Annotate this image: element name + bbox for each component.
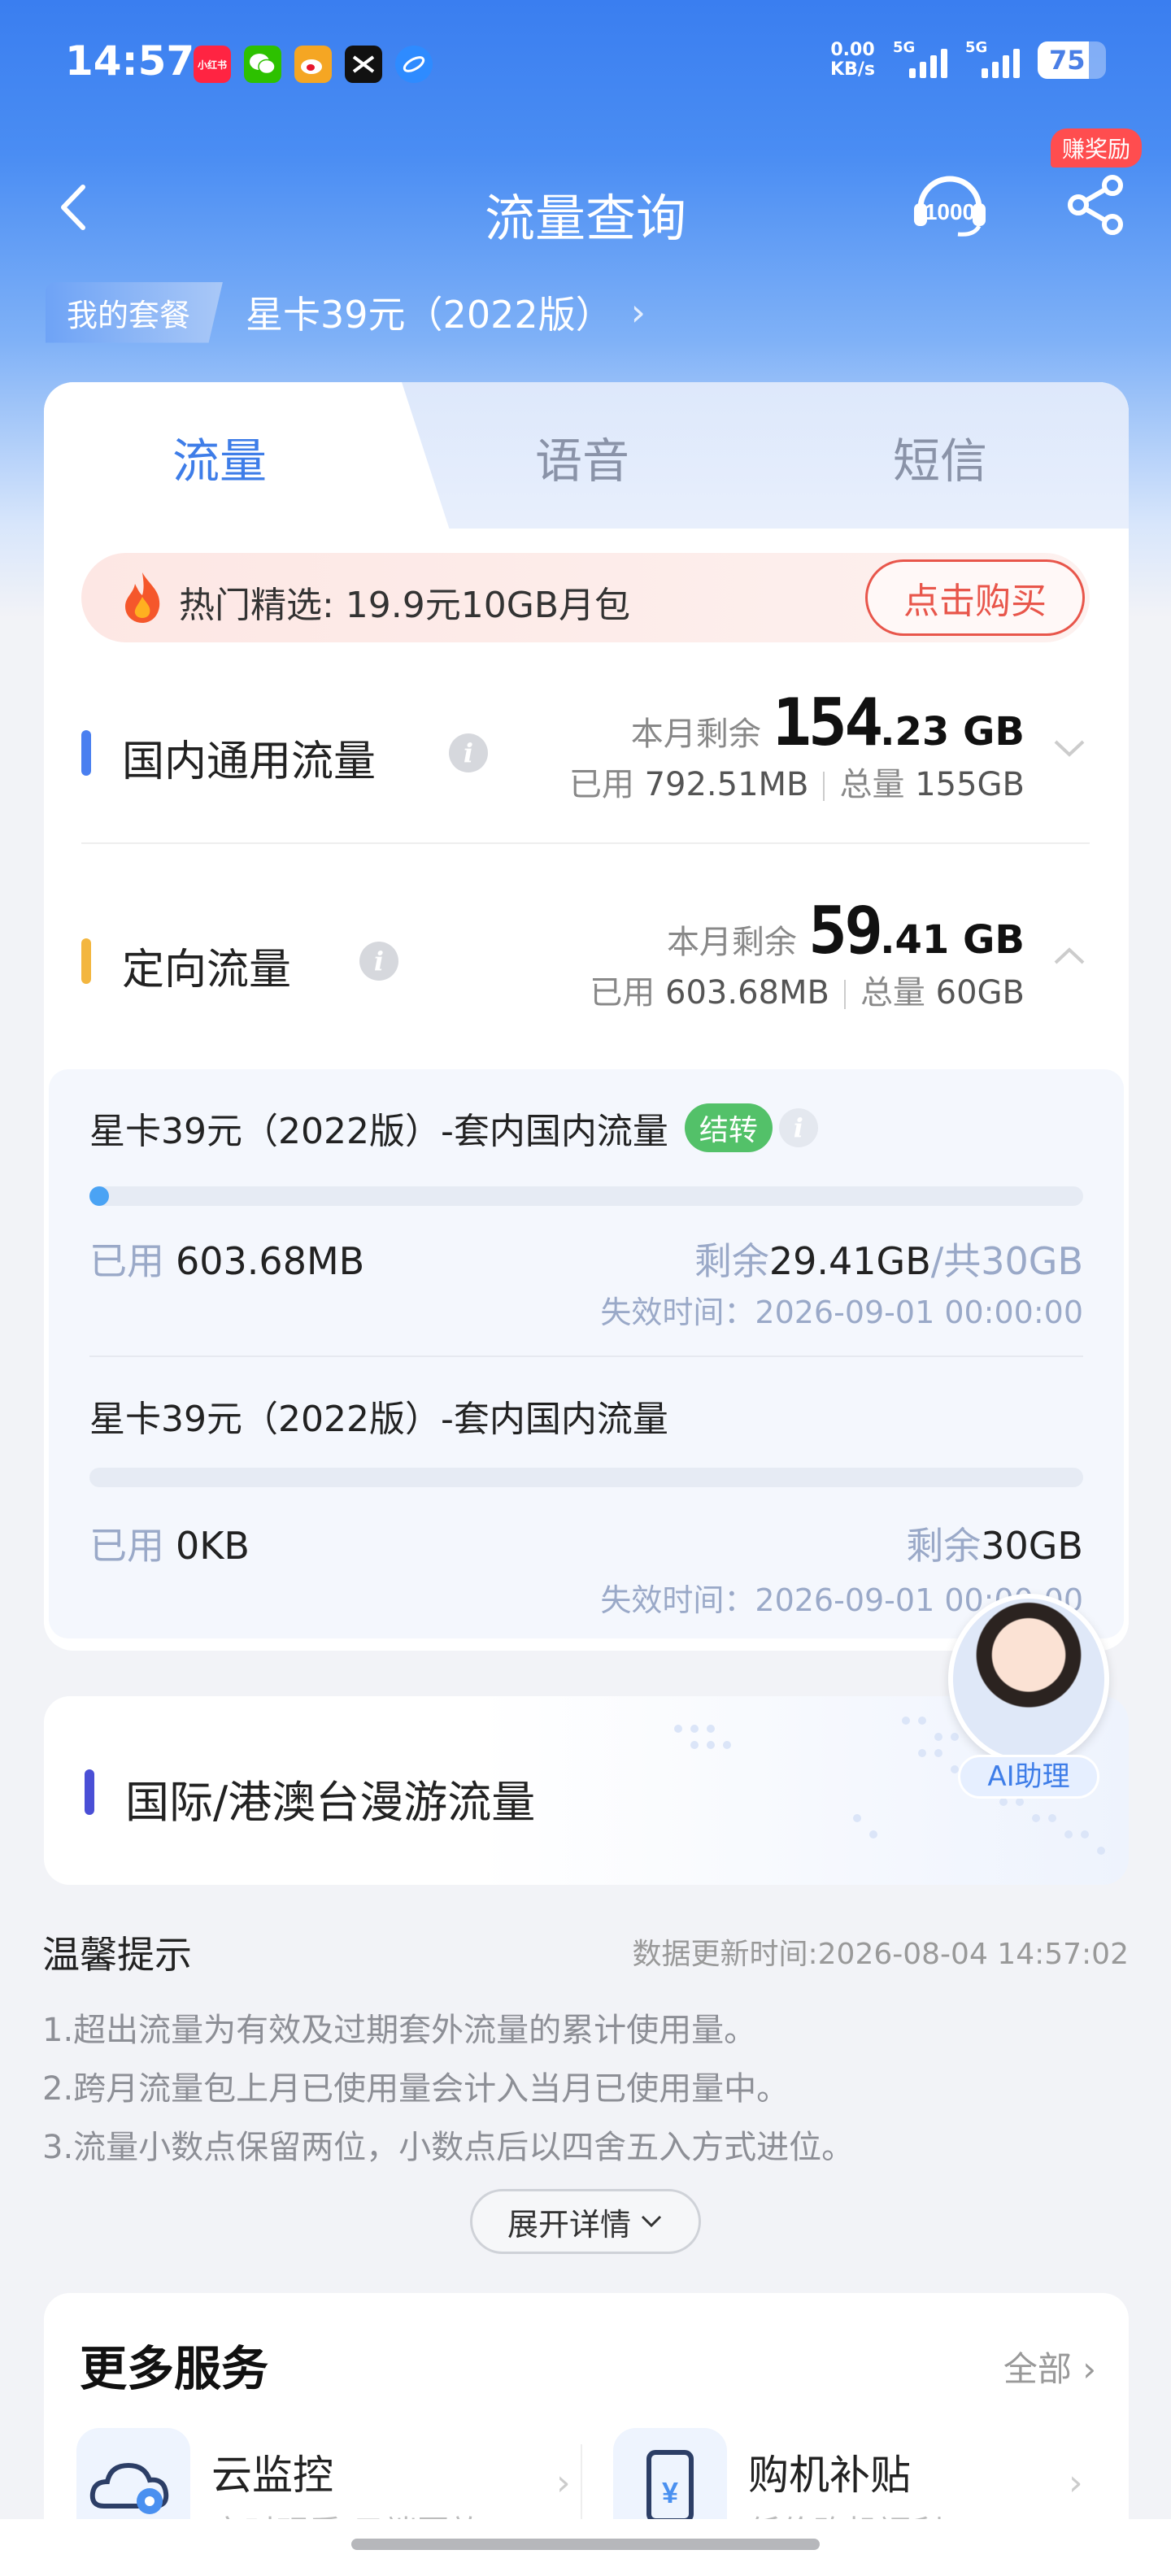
promo-banner[interactable]: 热门精选: 19.9元10GB月包 点击购买: [81, 553, 1090, 642]
ai-assistant-label: AI助理: [958, 1755, 1099, 1799]
domestic-data-name: 国内通用流量: [122, 738, 377, 786]
domestic-usage: 已用 792.51MB 总量 155GB: [568, 766, 1025, 803]
expand-details-button[interactable]: 展开详情: [470, 2189, 701, 2254]
status-indicators: 0.00 KB/s 5G 5G 75: [830, 39, 1106, 80]
package-title: 星卡39元（2022版）-套内国内流量 结转 i: [89, 1102, 1083, 1154]
service-name: 购机补贴: [748, 2452, 911, 2499]
divider: [581, 2444, 582, 2526]
tab-sms[interactable]: 短信: [893, 423, 987, 491]
directed-data-row[interactable]: 定向流量 i 本月剩余 59 .41 GB 已用 603.68MB 总量 60GB: [81, 891, 1090, 1021]
chevron-down-icon[interactable]: [1049, 732, 1090, 764]
app-header: 流量查询 1000: [0, 154, 1171, 260]
tip-item: 3.流量小数点保留两位，小数点后以四舍五入方式进位。: [42, 2129, 855, 2166]
directed-data-name: 定向流量: [122, 946, 292, 994]
chevron-down-icon: [641, 2215, 662, 2228]
carryover-badge: 结转: [684, 1103, 773, 1152]
customer-service-button[interactable]: 1000: [909, 166, 990, 247]
domestic-data-row[interactable]: 国内通用流量 i 本月剩余 154 .23 GB 已用 792.51MB 总量 1…: [81, 683, 1090, 813]
tip-item: 1.超出流量为有效及过期套外流量的累计使用量。: [42, 2012, 757, 2049]
plan-selector[interactable]: 我的套餐 星卡39元（2022版） ›: [46, 281, 646, 343]
usage-card: 流量 语音 短信 热门精选: 19.9元10GB月包 点击购买 国内通用流量 i…: [44, 382, 1129, 1651]
ai-avatar: [948, 1594, 1109, 1764]
fire-icon: [125, 572, 160, 623]
promo-text: 热门精选: 19.9元10GB月包: [179, 585, 631, 626]
services-title: 更多服务: [80, 2341, 269, 2396]
tip-item: 2.跨月流量包上月已使用量会计入当月已使用量中。: [42, 2070, 790, 2108]
package-used: 已用 603.68MB: [89, 1239, 365, 1283]
battery-icon: 75: [1038, 41, 1106, 79]
reward-badge[interactable]: 赚奖励: [1051, 128, 1143, 168]
signal-icon: 5G: [965, 39, 1020, 78]
data-update-time: 数据更新时间:2026-08-04 14:57:02: [632, 1938, 1129, 1971]
divider: [81, 842, 1090, 844]
status-time: 14:57: [65, 37, 195, 85]
weibo-icon: [294, 46, 332, 83]
status-bar: 14:57 小红书 0.00 KB/s 5G 5G 75: [0, 0, 1171, 130]
share-button[interactable]: [1064, 172, 1129, 237]
page-title: 流量查询: [484, 189, 686, 248]
tips-title: 温馨提示: [42, 1933, 192, 1977]
package-expiry: 失效时间：2026-09-01 00:00:00: [600, 1295, 1083, 1330]
plan-tag: 我的套餐: [46, 281, 224, 343]
browser-icon: [395, 46, 433, 83]
chevron-right-icon: ›: [630, 290, 646, 334]
plan-name: 星卡39元（2022版）: [246, 293, 613, 337]
info-icon[interactable]: i: [449, 733, 488, 772]
usage-progress: [89, 1468, 1083, 1487]
share-icon: [1068, 175, 1123, 235]
service-name: 云监控: [211, 2452, 333, 2499]
directed-usage: 已用 603.68MB 总量 60GB: [590, 974, 1025, 1012]
network-speed: 0.00 KB/s: [830, 40, 875, 80]
divider: [89, 1355, 1083, 1357]
category-bar: [85, 1769, 94, 1815]
info-icon[interactable]: i: [778, 1108, 818, 1147]
info-icon[interactable]: i: [359, 942, 398, 981]
services-all-link[interactable]: 全部 ›: [1003, 2342, 1096, 2391]
ai-assistant-button[interactable]: AI助理: [943, 1594, 1114, 1805]
buy-button[interactable]: 点击购买: [865, 559, 1085, 636]
xiaohongshu-icon: 小红书: [194, 46, 231, 83]
svg-text:¥: ¥: [662, 2476, 678, 2509]
home-indicator[interactable]: [351, 2539, 820, 2550]
package-remaining: 剩余29.41GB/共30GB: [694, 1239, 1083, 1283]
headset-10000-icon: 1000: [914, 176, 986, 237]
package-item: 星卡39元（2022版）-套内国内流量 已用 0KB 剩余30GB 失效时间：20…: [89, 1390, 1083, 1634]
tab-bar: 流量 语音 短信: [44, 382, 1129, 533]
directed-remaining: 本月剩余 59 .41 GB: [666, 893, 1025, 968]
chevron-up-icon[interactable]: [1049, 940, 1090, 973]
package-remaining: 剩余30GB: [906, 1524, 1083, 1568]
svg-text:1000: 1000: [925, 199, 975, 224]
package-used: 已用 0KB: [89, 1524, 250, 1568]
category-bar: [81, 938, 91, 984]
wechat-icon: [244, 46, 281, 83]
signal-icon: 5G: [893, 39, 947, 78]
directed-detail-panel: 星卡39元（2022版）-套内国内流量 结转 i 已用 603.68MB 剩余29…: [49, 1069, 1124, 1638]
tab-data[interactable]: 流量: [172, 423, 267, 491]
category-bar: [81, 730, 91, 776]
capcut-icon: [345, 46, 382, 83]
tab-voice[interactable]: 语音: [535, 423, 629, 491]
package-title: 星卡39元（2022版）-套内国内流量: [89, 1399, 668, 1440]
domestic-remaining: 本月剩余 154 .23 GB: [630, 685, 1025, 760]
usage-progress: [89, 1186, 1083, 1206]
roaming-title: 国际/港澳台漫游流量: [125, 1777, 536, 1828]
package-item: 星卡39元（2022版）-套内国内流量 结转 i 已用 603.68MB 剩余29…: [89, 1102, 1083, 1378]
chevron-right-icon: ›: [1069, 2462, 1083, 2504]
chevron-right-icon: ›: [556, 2462, 571, 2504]
